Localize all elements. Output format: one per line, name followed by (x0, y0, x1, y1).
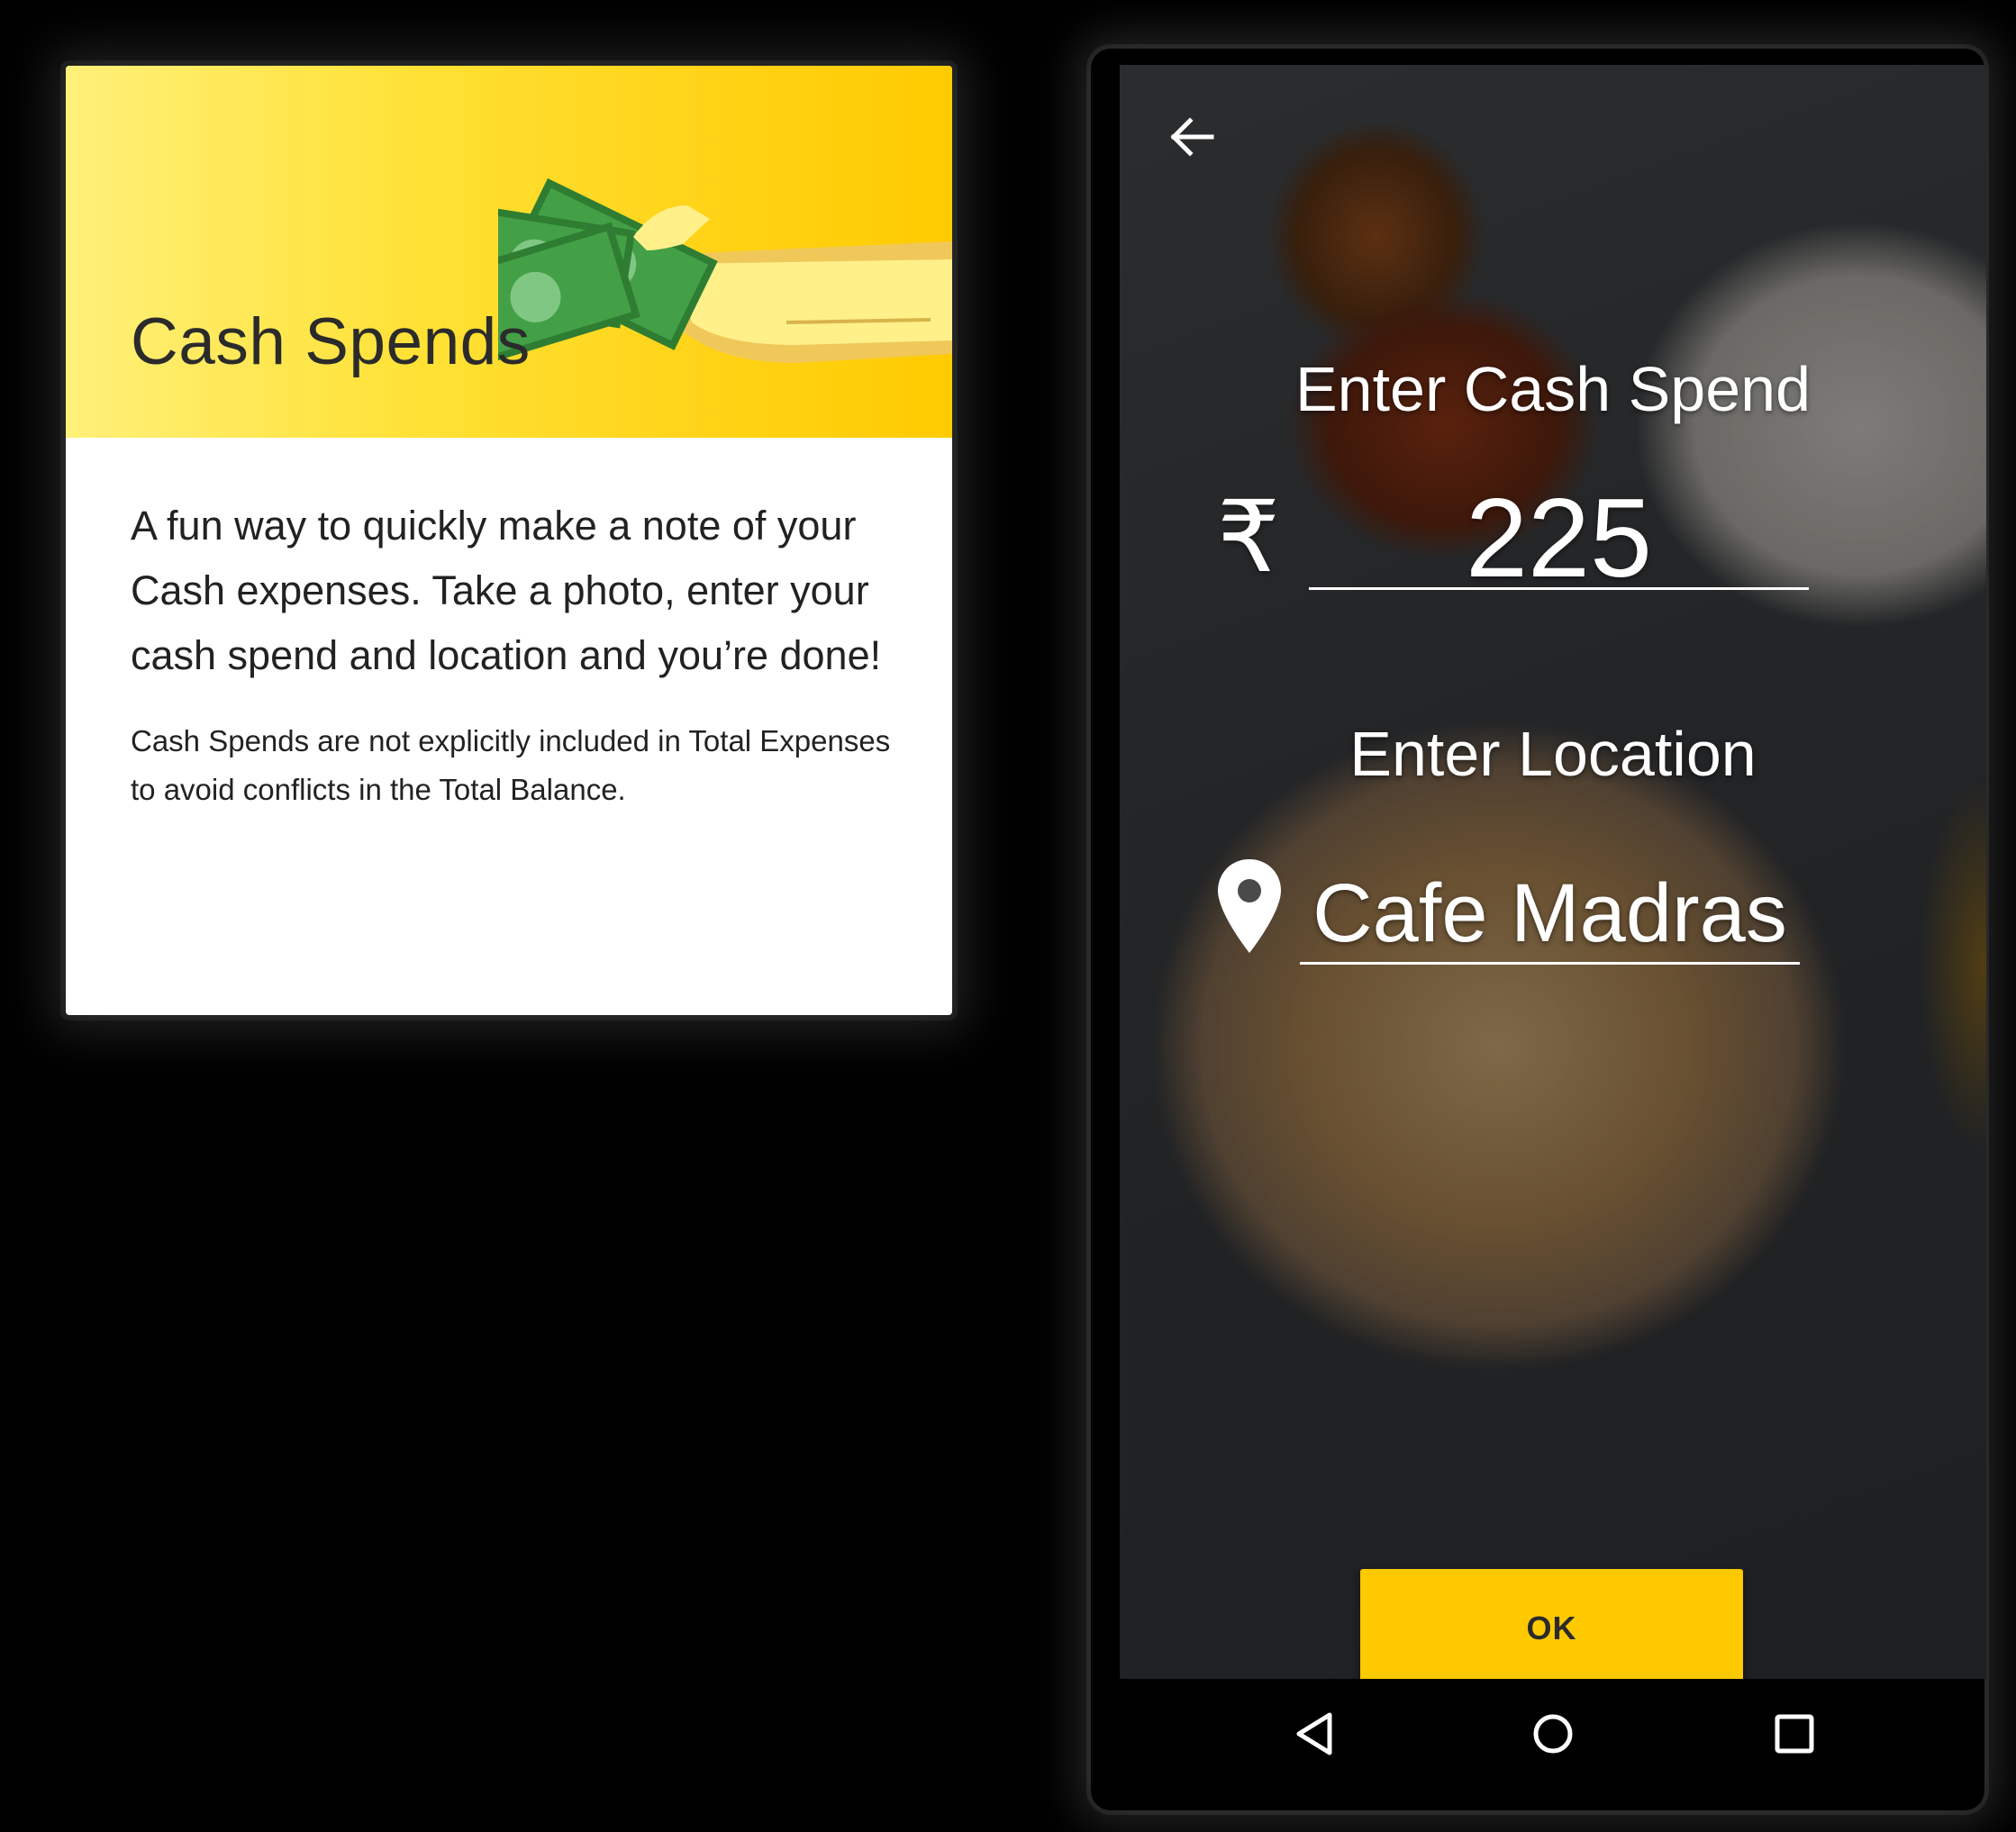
circle-home-icon[interactable] (1521, 1702, 1585, 1765)
rupee-symbol: ₹ (1217, 482, 1280, 593)
cash-spend-screen: Enter Cash Spend ₹ 225 Enter Location Ca… (1120, 65, 1986, 1679)
card-body: A fun way to quickly make a note of your… (131, 494, 905, 814)
phone-frame: Enter Cash Spend ₹ 225 Enter Location Ca… (1091, 49, 1986, 1810)
enter-location-heading: Enter Location (1349, 719, 1757, 789)
card-note: Cash Spends are not explicitly included … (131, 724, 891, 806)
amount-input[interactable]: 225 (1309, 476, 1809, 601)
location-pin-icon (1218, 859, 1281, 953)
location-value: Cafe Madras (1312, 867, 1787, 959)
location-input[interactable]: Cafe Madras (1300, 866, 1800, 965)
cash-in-hand-icon (498, 178, 952, 373)
square-recents-icon[interactable] (1763, 1702, 1826, 1765)
enter-cash-spend-heading: Enter Cash Spend (1294, 354, 1812, 424)
card-title: Cash Spends (131, 305, 531, 378)
ok-button[interactable]: OK (1360, 1569, 1743, 1679)
card-description: A fun way to quickly make a note of your… (131, 503, 882, 678)
arrow-left-icon[interactable] (1165, 110, 1219, 164)
android-nav-bar (1120, 1679, 1986, 1787)
triangle-back-icon[interactable] (1285, 1702, 1348, 1765)
card-header: Cash Spends (66, 66, 952, 438)
amount-value: 225 (1466, 476, 1652, 601)
cash-spends-card: Cash Spends A fun way to quickly make a … (66, 66, 952, 1015)
